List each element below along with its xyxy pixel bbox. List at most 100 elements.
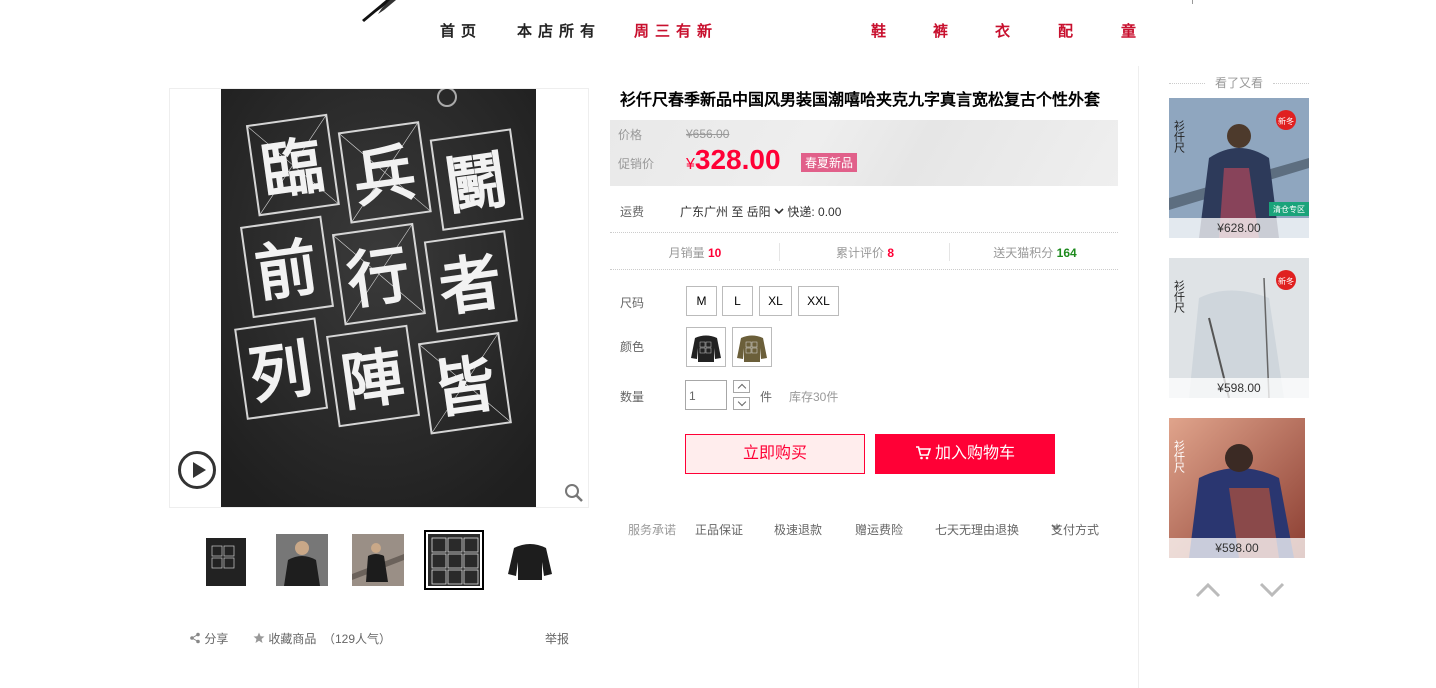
service-fast-refund[interactable]: 极速退款 xyxy=(774,521,822,538)
recommended-item-3[interactable]: 衫仟尺 ¥598.00 xyxy=(1169,418,1305,558)
calligraphy-jacket-image: 臨 兵 鬭 前 行 者 列 陣 皆 xyxy=(221,89,536,507)
service-authentic[interactable]: 正品保证 xyxy=(695,521,743,538)
recommended-image: 衫仟尺 xyxy=(1169,418,1305,558)
recommended-price: ¥598.00 xyxy=(1169,538,1305,558)
chevron-down-icon[interactable] xyxy=(774,208,784,216)
main-product-image[interactable]: 臨 兵 鬭 前 行 者 列 陣 皆 xyxy=(169,88,589,508)
quantity-input[interactable]: 1 xyxy=(685,380,727,410)
thumbnail-image xyxy=(200,534,252,586)
add-to-cart-button[interactable]: 加入购物车 xyxy=(875,434,1055,474)
color-option-olive[interactable] xyxy=(732,327,772,367)
shipping-fee: 快递: 0.00 xyxy=(787,205,842,219)
favorite-count: （129人气） xyxy=(323,632,392,646)
thumbnail-image xyxy=(504,534,556,586)
product-title: 衫仟尺春季新品中国风男装国潮嘻哈夹克九字真言宽松复古个性外套 xyxy=(620,92,1101,109)
promo-price: ¥328.00 xyxy=(686,144,781,176)
nav-kids[interactable]: 童 xyxy=(1121,20,1142,41)
add-to-cart-label: 加入购物车 xyxy=(934,445,1015,462)
nav-home[interactable]: 首页 xyxy=(440,20,482,41)
quantity-label: 数量 xyxy=(620,390,645,404)
recommended-price: ¥598.00 xyxy=(1169,378,1309,398)
thumbnail-2[interactable] xyxy=(272,530,332,590)
clearance-tag: 清仓专区 xyxy=(1273,204,1305,214)
review-count-label: 累计评价 xyxy=(835,246,884,260)
color-label: 颜色 xyxy=(620,340,645,354)
original-price: ¥656.00 xyxy=(686,127,730,141)
calligraphy-char: 臨 xyxy=(257,128,329,209)
olive-jacket-swatch xyxy=(735,330,769,364)
monthly-sales: 月销量 10 xyxy=(610,244,780,261)
monthly-sales-label: 月销量 xyxy=(668,246,705,260)
nav-shoes[interactable]: 鞋 xyxy=(871,20,892,41)
calligraphy-char: 行 xyxy=(343,237,415,318)
thumbnail-4[interactable] xyxy=(424,530,484,590)
recommended-item-1[interactable]: 新冬 衫仟尺 清仓专区 ¥628.00 xyxy=(1169,98,1309,238)
points-value: 164 xyxy=(1056,246,1077,260)
size-option-l[interactable]: L xyxy=(722,286,753,316)
favorite-link[interactable]: 收藏商品 xyxy=(253,630,316,647)
sidebar-divider xyxy=(1138,66,1139,688)
size-option-m[interactable]: M xyxy=(686,286,717,316)
thumbnail-image xyxy=(428,534,480,586)
recommended-price: ¥628.00 xyxy=(1169,218,1309,238)
calligraphy-char: 者 xyxy=(435,245,507,326)
share-icon xyxy=(190,632,200,644)
favorite-label: 收藏商品 xyxy=(268,632,317,646)
points-label: 送天猫积分 xyxy=(993,246,1054,260)
calligraphy-char: 前 xyxy=(251,230,323,311)
shipping-label: 运费 xyxy=(620,205,645,219)
calligraphy-char: 兵 xyxy=(349,135,421,216)
nav-clothes[interactable]: 衣 xyxy=(995,20,1016,41)
sidebar-badge: 新冬 xyxy=(1278,116,1294,126)
currency-symbol: ¥ xyxy=(686,156,695,173)
payment-methods-toggle[interactable]: 支付方式 xyxy=(1051,521,1099,537)
play-video-icon[interactable] xyxy=(178,451,216,489)
zoom-icon[interactable] xyxy=(564,483,584,503)
recommended-image: 新冬 衫仟尺 清仓专区 xyxy=(1169,98,1309,238)
quantity-decrease-button[interactable] xyxy=(733,397,750,410)
size-option-xxl[interactable]: XXL xyxy=(798,286,839,316)
payment-methods-label: 支付方式 xyxy=(1051,523,1100,537)
calligraphy-char: 鬭 xyxy=(440,143,512,224)
thumbnail-5[interactable] xyxy=(500,530,560,590)
brand-watermark: 衫仟尺 xyxy=(1173,440,1186,474)
nav-pants[interactable]: 裤 xyxy=(933,20,954,41)
report-link[interactable]: 举报 xyxy=(545,630,569,647)
color-option-black[interactable] xyxy=(686,327,726,367)
stock-count: 库存30件 xyxy=(789,390,839,404)
promo-price-value: 328.00 xyxy=(694,144,781,175)
quantity-increase-button[interactable] xyxy=(733,380,750,393)
size-label: 尺码 xyxy=(620,296,645,310)
review-count-value: 8 xyxy=(887,246,895,260)
service-shipping-insurance[interactable]: 赠运费险 xyxy=(855,521,903,538)
points-reward: 送天猫积分 164 xyxy=(950,244,1120,261)
buy-now-button[interactable]: 立即购买 xyxy=(685,434,865,474)
recommended-item-2[interactable]: 新冬 衫仟尺 ¥598.00 xyxy=(1169,258,1309,398)
review-count[interactable]: 累计评价 8 xyxy=(780,244,950,261)
monthly-sales-value: 10 xyxy=(708,246,722,260)
shipping-info: 广东广州 至 岳阳 快递: 0.00 xyxy=(680,203,841,220)
calligraphy-char: 陣 xyxy=(337,339,409,420)
quantity-unit: 件 xyxy=(760,390,773,404)
size-option-xl[interactable]: XL xyxy=(759,286,792,316)
thumbnail-1[interactable] xyxy=(196,530,256,590)
scroll-down-icon[interactable] xyxy=(1259,582,1285,598)
thumbnail-3[interactable] xyxy=(348,530,408,590)
service-seven-day-return[interactable]: 七天无理由退换 xyxy=(935,521,1019,538)
nav-wednesday-new[interactable]: 周三有新 xyxy=(634,20,718,41)
share-link[interactable]: 分享 xyxy=(189,630,228,647)
nav-accessories[interactable]: 配 xyxy=(1058,20,1079,41)
cart-icon xyxy=(915,446,931,460)
thumbnail-image xyxy=(276,534,328,586)
black-jacket-swatch xyxy=(689,330,723,364)
recommended-image: 新冬 衫仟尺 xyxy=(1169,258,1309,398)
thumbnail-image xyxy=(352,534,404,586)
promo-price-label: 促销价 xyxy=(618,157,655,171)
price-panel: 价格 ¥656.00 促销价 ¥328.00 春夏新品 xyxy=(610,120,1118,186)
sidebar-title: 看了又看 xyxy=(1169,74,1309,90)
scroll-up-icon[interactable] xyxy=(1195,582,1221,598)
calligraphy-char: 列 xyxy=(245,332,317,413)
nav-all-products[interactable]: 本店所有 xyxy=(517,20,601,41)
calligraphy-char: 皆 xyxy=(429,346,501,427)
brand-watermark: 衫仟尺 xyxy=(1173,280,1186,314)
